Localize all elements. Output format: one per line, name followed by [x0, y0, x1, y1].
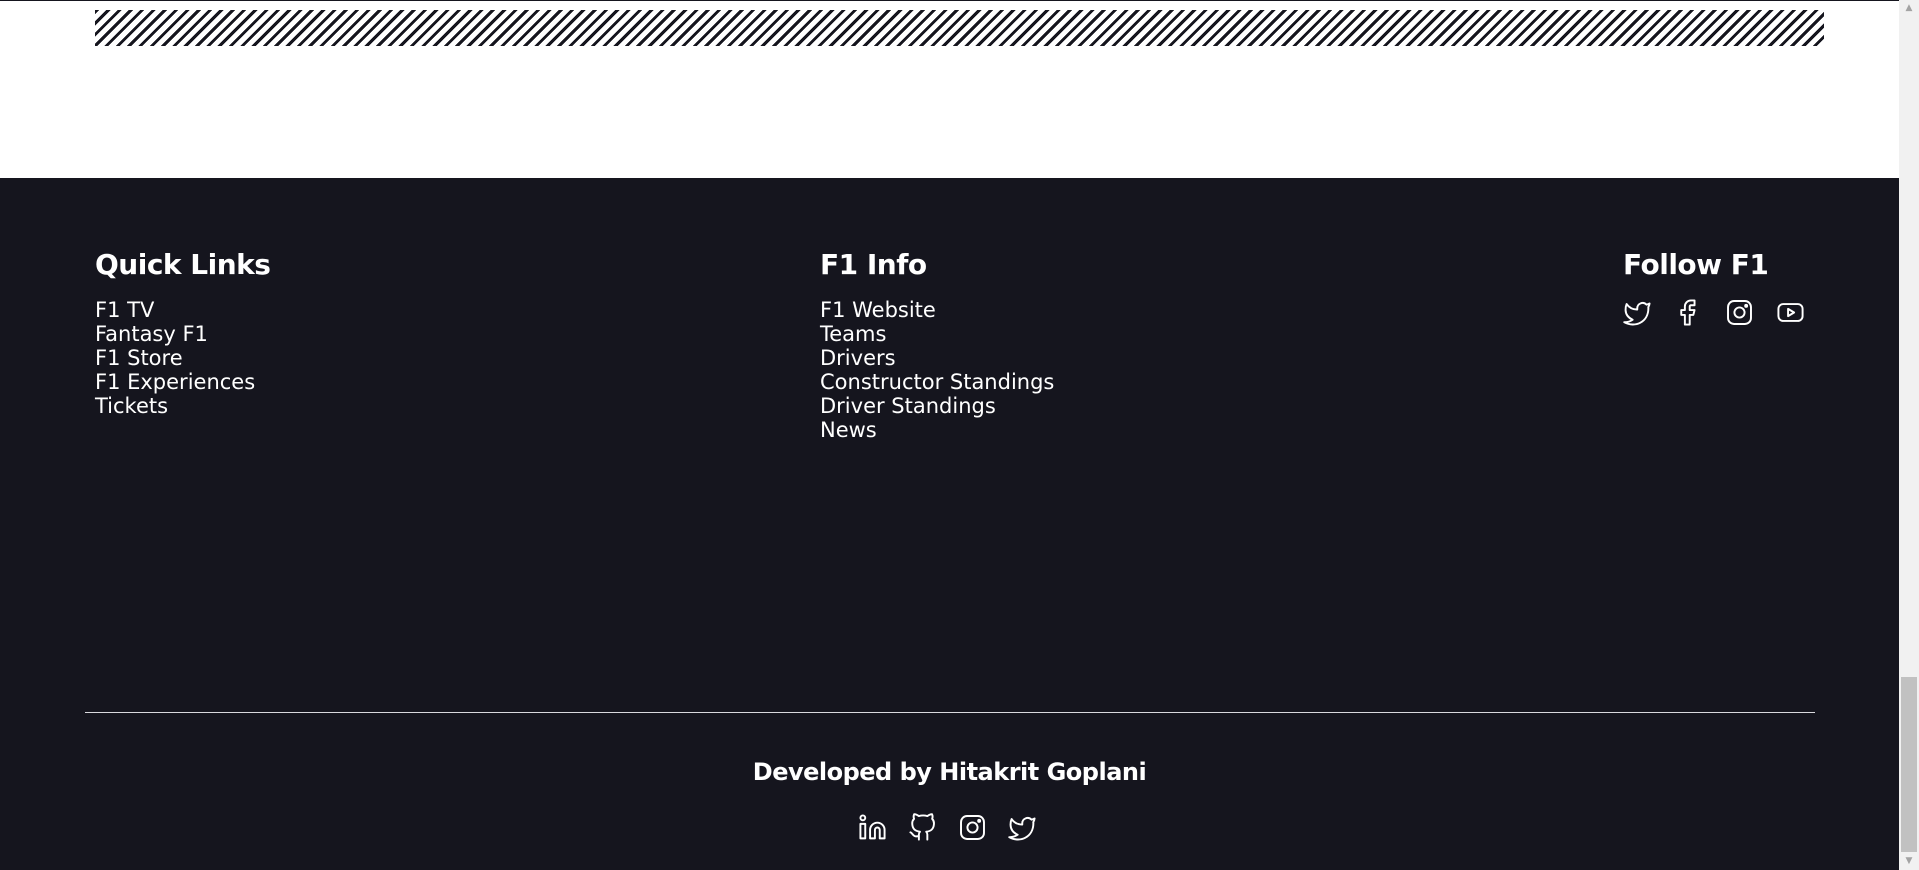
link-f1-website[interactable]: F1 Website	[820, 298, 1054, 322]
list-item: Drivers	[820, 346, 1054, 370]
site-footer: Quick Links F1 TV Fantasy F1 F1 Store F1…	[0, 178, 1899, 870]
instagram-icon[interactable]	[1725, 298, 1754, 327]
f1-info-column: F1 Info F1 Website Teams Drivers Constru…	[820, 248, 1054, 442]
scroll-up-arrow-icon[interactable]: ▲	[1899, 0, 1919, 17]
instagram-icon[interactable]	[958, 813, 987, 842]
follow-social-icons	[1623, 298, 1805, 327]
list-item: Teams	[820, 322, 1054, 346]
developer-social-icons	[858, 813, 1037, 842]
link-tickets[interactable]: Tickets	[95, 394, 270, 418]
link-f1-experiences[interactable]: F1 Experiences	[95, 370, 270, 394]
top-rule	[0, 0, 1899, 1]
striped-divider-band	[95, 10, 1824, 46]
developer-credit: Developed by Hitakrit Goplani	[752, 758, 1147, 786]
follow-f1-column: Follow F1	[1623, 248, 1805, 327]
quick-links-column: Quick Links F1 TV Fantasy F1 F1 Store F1…	[95, 248, 271, 418]
link-news[interactable]: News	[820, 418, 1054, 442]
facebook-icon[interactable]	[1674, 298, 1703, 327]
follow-f1-heading: Follow F1	[1623, 248, 1769, 281]
page-scrollbar[interactable]: ▲ ▼	[1899, 0, 1919, 870]
list-item: Constructor Standings	[820, 370, 1054, 394]
scrollbar-thumb[interactable]	[1901, 677, 1917, 852]
twitter-icon[interactable]	[1623, 298, 1652, 327]
list-item: Tickets	[95, 394, 270, 418]
link-drivers[interactable]: Drivers	[820, 346, 1054, 370]
list-item: F1 TV	[95, 298, 270, 322]
list-item: Fantasy F1	[95, 322, 270, 346]
list-item: F1 Website	[820, 298, 1054, 322]
list-item: F1 Experiences	[95, 370, 270, 394]
link-teams[interactable]: Teams	[820, 322, 1054, 346]
link-f1-store[interactable]: F1 Store	[95, 346, 270, 370]
youtube-icon[interactable]	[1776, 298, 1805, 327]
github-icon[interactable]	[908, 813, 937, 842]
link-constructor-standings[interactable]: Constructor Standings	[820, 370, 1054, 394]
twitter-icon[interactable]	[1008, 813, 1037, 842]
f1-info-list: F1 Website Teams Drivers Constructor Sta…	[820, 298, 1054, 442]
quick-links-heading: Quick Links	[95, 248, 271, 281]
list-item: News	[820, 418, 1054, 442]
list-item: Driver Standings	[820, 394, 1054, 418]
quick-links-list: F1 TV Fantasy F1 F1 Store F1 Experiences…	[95, 298, 270, 418]
link-f1-tv[interactable]: F1 TV	[95, 298, 270, 322]
scroll-down-arrow-icon[interactable]: ▼	[1899, 853, 1919, 870]
link-driver-standings[interactable]: Driver Standings	[820, 394, 1054, 418]
footer-divider	[85, 712, 1815, 713]
link-fantasy-f1[interactable]: Fantasy F1	[95, 322, 270, 346]
list-item: F1 Store	[95, 346, 270, 370]
linkedin-icon[interactable]	[858, 813, 887, 842]
f1-info-heading: F1 Info	[820, 248, 927, 281]
